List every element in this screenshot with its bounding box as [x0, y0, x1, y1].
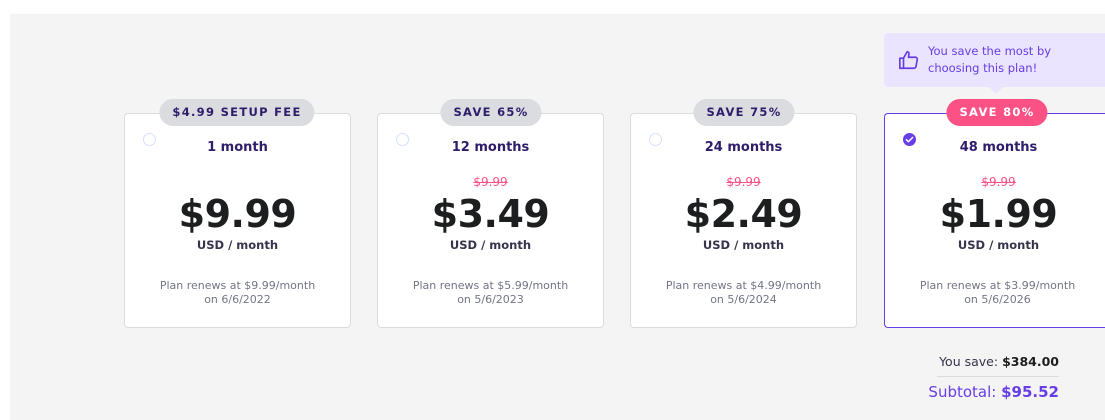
plan-period: 12 months	[451, 140, 530, 155]
plan-badge-best-value: SAVE 80%	[946, 99, 1048, 126]
plan-badge: $4.99 SETUP FEE	[159, 99, 315, 126]
plan-original-price: $9.99	[981, 175, 1016, 189]
plan-price-unit: USD / month	[196, 238, 279, 252]
savings-label: You save:	[939, 354, 999, 369]
plan-card-1-month[interactable]: 1 month $9.99 USD / month Plan renews at…	[124, 113, 351, 328]
thumbs-up-icon	[899, 50, 919, 70]
savings-value: $384.00	[1002, 354, 1059, 369]
subtotal-value: $95.52	[1001, 383, 1059, 401]
plan-original-price: $9.99	[473, 175, 508, 189]
subtotal-label: Subtotal:	[928, 383, 997, 401]
subtotal-summary: Subtotal: $95.52	[928, 383, 1059, 401]
plan-renewal-note: Plan renews at $4.99/month on 5/6/2024	[665, 279, 822, 306]
savings-summary: You save: $384.00	[939, 354, 1059, 369]
plan-period: 48 months	[959, 140, 1038, 155]
best-value-tooltip: You save the most by choosing this plan!	[884, 33, 1105, 87]
plan-price-unit: USD / month	[449, 238, 532, 252]
plan-renewal-note: Plan renews at $3.99/month on 5/6/2026	[919, 279, 1076, 306]
plan-price: $1.99	[939, 192, 1058, 236]
tooltip-arrow	[988, 86, 1004, 94]
plan-card-48-months[interactable]: 48 months $9.99 $1.99 USD / month Plan r…	[884, 113, 1105, 328]
plan-price-unit: USD / month	[702, 238, 785, 252]
plan-badge: SAVE 75%	[693, 99, 795, 126]
summary-divider	[937, 376, 1059, 377]
tooltip-text: You save the most by choosing this plan!	[928, 44, 1052, 75]
plan-badge: SAVE 65%	[440, 99, 542, 126]
plan-card-24-months[interactable]: 24 months $9.99 $2.49 USD / month Plan r…	[630, 113, 857, 328]
plan-price-unit: USD / month	[957, 238, 1040, 252]
plan-price: $9.99	[178, 192, 297, 236]
plan-renewal-note: Plan renews at $5.99/month on 5/6/2023	[412, 279, 569, 306]
plan-period: 1 month	[207, 140, 268, 155]
plan-price: $2.49	[684, 192, 803, 236]
plan-card-12-months[interactable]: 12 months $9.99 $3.49 USD / month Plan r…	[377, 113, 604, 328]
plan-price: $3.49	[431, 192, 550, 236]
plan-original-price: $9.99	[726, 175, 761, 189]
plan-renewal-note: Plan renews at $9.99/month on 6/6/2022	[159, 279, 316, 306]
plan-period: 24 months	[704, 140, 783, 155]
